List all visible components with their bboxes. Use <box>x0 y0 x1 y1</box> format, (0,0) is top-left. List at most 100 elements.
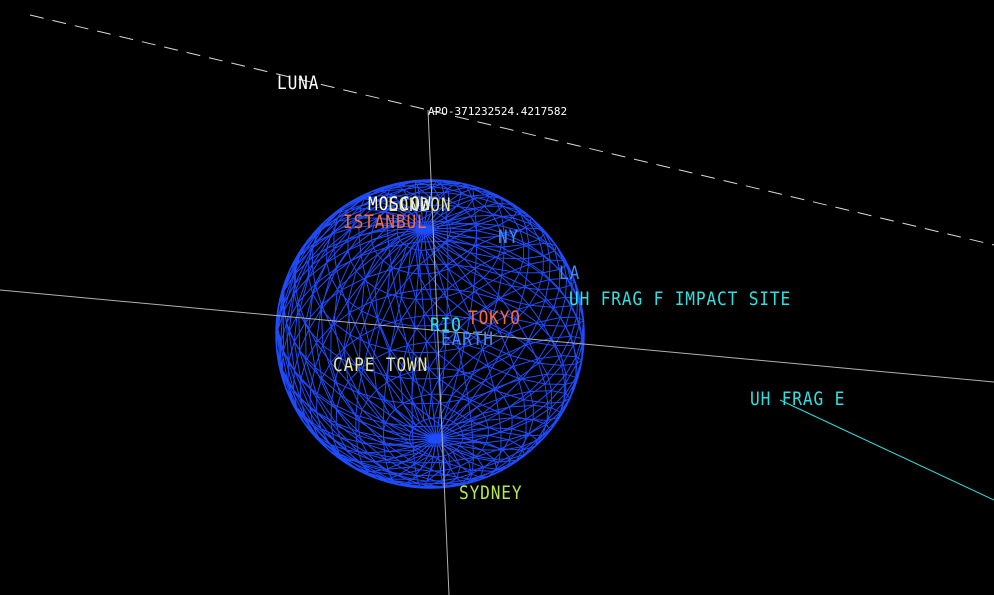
globe-wire-segment <box>390 349 414 354</box>
globe-wire-segment <box>456 264 474 287</box>
globe-wire-segment <box>528 259 551 266</box>
globe-wire-segment <box>547 401 564 404</box>
globe-wire-segment <box>419 469 431 472</box>
globe-wire-segment <box>395 323 415 327</box>
label-sydney: SYDNEY <box>459 482 523 504</box>
label-impact-site: UH FRAG F IMPACT SITE <box>569 288 792 310</box>
globe-wire-segment <box>476 406 483 414</box>
3d-viewport[interactable]: LUNA APO-371232524.4217582 MOSCOW LONDON… <box>0 0 994 595</box>
globe-wire-segment <box>376 389 391 416</box>
globe-wire-segment <box>463 365 489 375</box>
globe-wire-segment <box>501 264 529 276</box>
globe-wire-segment <box>537 316 561 323</box>
globe-wire-segment <box>293 370 311 409</box>
globe-wire-segment <box>448 401 471 421</box>
globe-wire-segment <box>320 304 332 327</box>
globe-wire-segment <box>503 396 510 408</box>
globe-wire-segment <box>470 216 476 224</box>
globe-wire-segment <box>448 451 454 455</box>
label-apogee-readout: APO-371232524.4217582 <box>428 105 568 118</box>
globe-wire-segment <box>406 315 425 346</box>
globe-wire-segment <box>423 418 429 421</box>
globe-wire-segment <box>428 368 432 395</box>
globe-wire-segment <box>421 289 425 316</box>
globe-wire-segment <box>483 466 497 470</box>
globe-wire-segment <box>456 258 465 266</box>
globe-wire-segment <box>401 462 411 468</box>
globe-wire-segment <box>458 349 483 371</box>
globe-wire-segment <box>401 315 424 320</box>
globe-wire-segment <box>528 433 538 441</box>
globe-wire-segment <box>519 230 525 245</box>
globe-wire-segment <box>543 324 566 327</box>
globe-wire-segment <box>409 431 412 437</box>
globe-wire-segment <box>444 417 450 421</box>
globe-wire-segment <box>395 289 422 295</box>
globe-wire-segment <box>517 378 525 400</box>
globe-wire-segment <box>565 356 577 375</box>
globe-wire-segment <box>565 323 580 327</box>
globe-wire-segment <box>525 344 540 360</box>
globe-wire-segment <box>469 387 496 403</box>
globe-wire-segment <box>538 355 562 360</box>
globe-wire-segment <box>461 438 464 443</box>
globe-wire-segment <box>511 428 530 435</box>
globe-wire-segment <box>438 373 465 379</box>
globe-wire-segment <box>572 323 581 346</box>
globe-wire-segment <box>308 277 314 294</box>
globe-wire-segment <box>367 451 390 454</box>
globe-wire-segment <box>441 480 444 487</box>
globe-wire-segment <box>518 300 546 310</box>
globe-wire-segment <box>391 269 397 294</box>
globe-wire-segment <box>570 335 583 339</box>
globe-wire-segment <box>559 297 567 318</box>
globe-wire-segment <box>418 452 424 456</box>
globe-wire-segment <box>476 396 504 408</box>
globe-wire-segment <box>508 428 513 440</box>
label-cape-town: CAPE TOWN <box>333 354 429 376</box>
globe-wire-segment <box>382 260 391 267</box>
globe-wire-segment <box>538 288 560 290</box>
globe-wire-segment <box>428 273 447 297</box>
globe-wire-segment <box>526 227 541 230</box>
globe-wire-segment <box>456 445 460 450</box>
globe-wire-segment <box>314 345 324 368</box>
scene-graphics <box>0 14 994 595</box>
globe-wire-segment <box>494 458 511 460</box>
globe-wire-segment <box>411 402 441 405</box>
globe-wire-segment <box>407 341 427 347</box>
trajectory-frag-e <box>779 399 994 501</box>
globe-wire-segment <box>355 270 365 281</box>
globe-wire-segment <box>538 363 546 385</box>
globe-wire-segment <box>399 240 404 244</box>
globe-wire-segment <box>400 297 415 327</box>
label-frag-e: UH FRAG E <box>750 388 846 410</box>
globe-wire-segment <box>443 453 449 457</box>
globe-wire-segment <box>395 402 404 410</box>
globe-wire-segment <box>550 259 564 262</box>
globe-wire-segment <box>523 399 548 404</box>
globe-wire-segment <box>456 424 461 428</box>
globe-wire-segment <box>501 198 503 207</box>
axis-horizontal <box>0 289 994 383</box>
globe-wire-segment <box>488 434 509 441</box>
globe-wire-segment <box>472 188 475 199</box>
globe-wire-segment <box>544 383 565 386</box>
globe-wire-segment <box>537 289 555 308</box>
globe-wire-segment <box>526 418 548 421</box>
globe-wire-segment <box>548 260 551 280</box>
globe-wire-segment <box>544 296 566 301</box>
globe-wire-segment <box>412 478 428 482</box>
globe-wire-segment <box>446 289 449 316</box>
globe-wire-segment <box>299 329 310 351</box>
globe-wire-segment <box>423 454 429 457</box>
globe-wire-segment <box>536 300 546 323</box>
globe-wire-segment <box>326 238 349 264</box>
globe-wire-segment <box>385 415 391 423</box>
globe-wire-segment <box>438 456 441 471</box>
globe-wire-segment <box>412 325 415 353</box>
globe-wire-segment <box>510 354 539 364</box>
label-istanbul: ISTANBUL <box>343 211 428 233</box>
globe-wire-segment <box>447 183 456 190</box>
globe-wire-segment <box>451 394 462 399</box>
